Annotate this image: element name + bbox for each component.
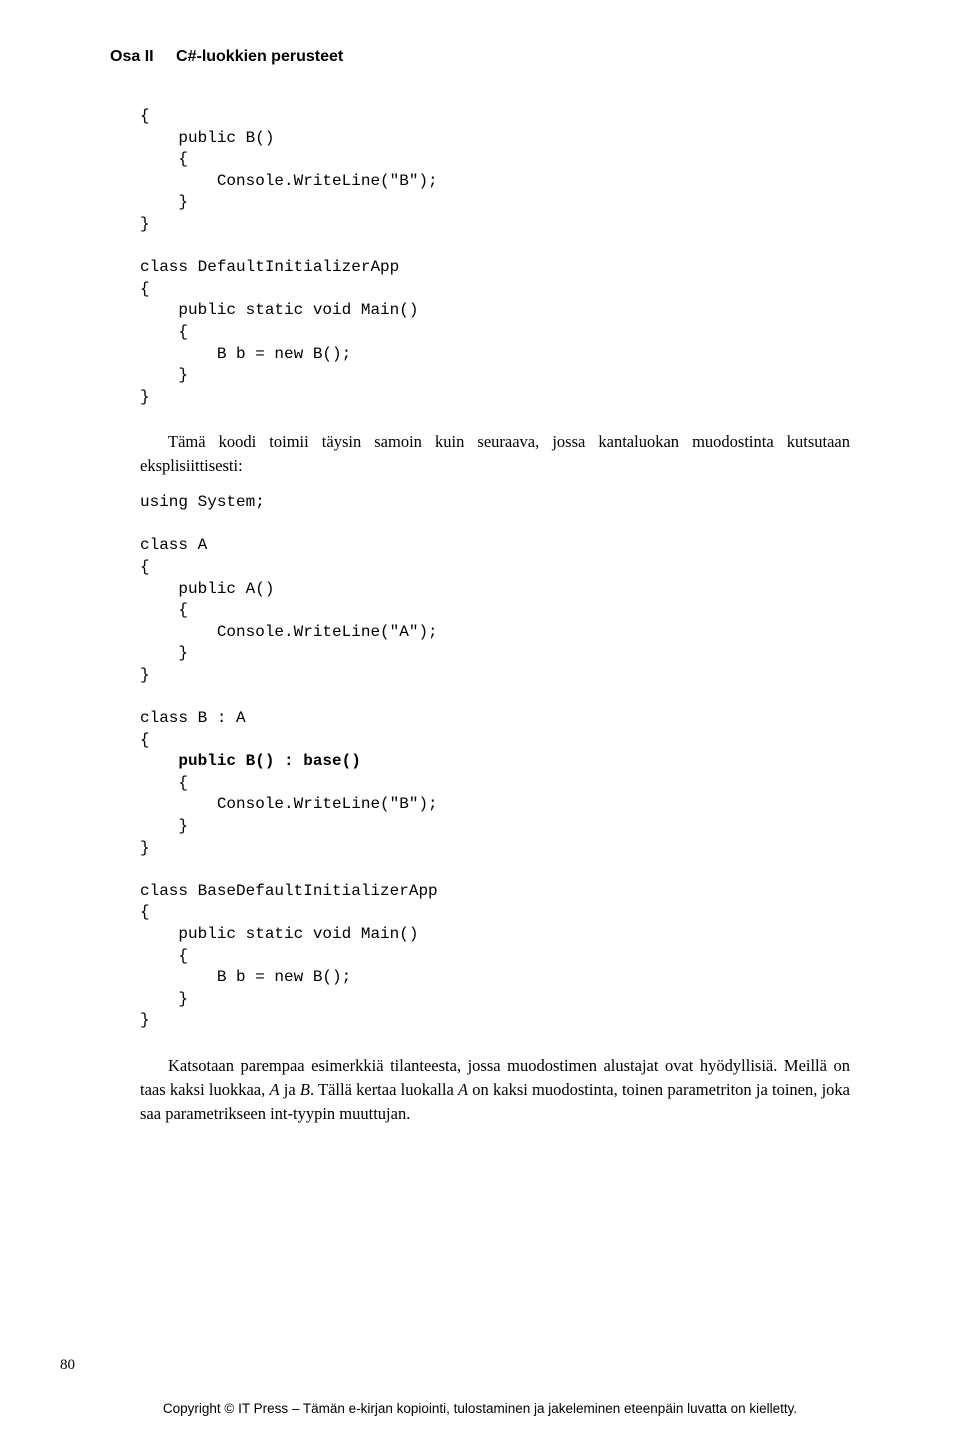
p2-c: . Tällä kertaa luokalla (310, 1080, 458, 1099)
p2-it2: B (300, 1080, 310, 1099)
code-2-post: { Console.WriteLine("B"); } } class Base… (140, 774, 438, 1030)
running-header: Osa II C#-luokkien perusteet (110, 48, 850, 66)
code-block-2: using System; class A { public A() { Con… (110, 492, 850, 1032)
copyright-footer: Copyright © IT Press – Tämän e-kirjan ko… (0, 1401, 960, 1416)
header-part: Osa II (110, 48, 154, 65)
code-block-1: { public B() { Console.WriteLine("B"); }… (110, 106, 850, 408)
p2-it3: A (458, 1080, 468, 1099)
paragraph-2: Katsotaan parempaa esimerkkiä tilanteest… (110, 1054, 850, 1126)
page-number: 80 (60, 1357, 75, 1374)
p2-it1: A (269, 1080, 279, 1099)
paragraph-1: Tämä koodi toimii täysin samoin kuin seu… (110, 430, 850, 478)
code-2-pre: using System; class A { public A() { Con… (140, 493, 438, 770)
code-2-bold: public B() : base() (178, 752, 360, 770)
document-page: Osa II C#-luokkien perusteet { public B(… (0, 0, 960, 1456)
header-title: C#-luokkien perusteet (176, 48, 343, 65)
p2-b: ja (280, 1080, 300, 1099)
